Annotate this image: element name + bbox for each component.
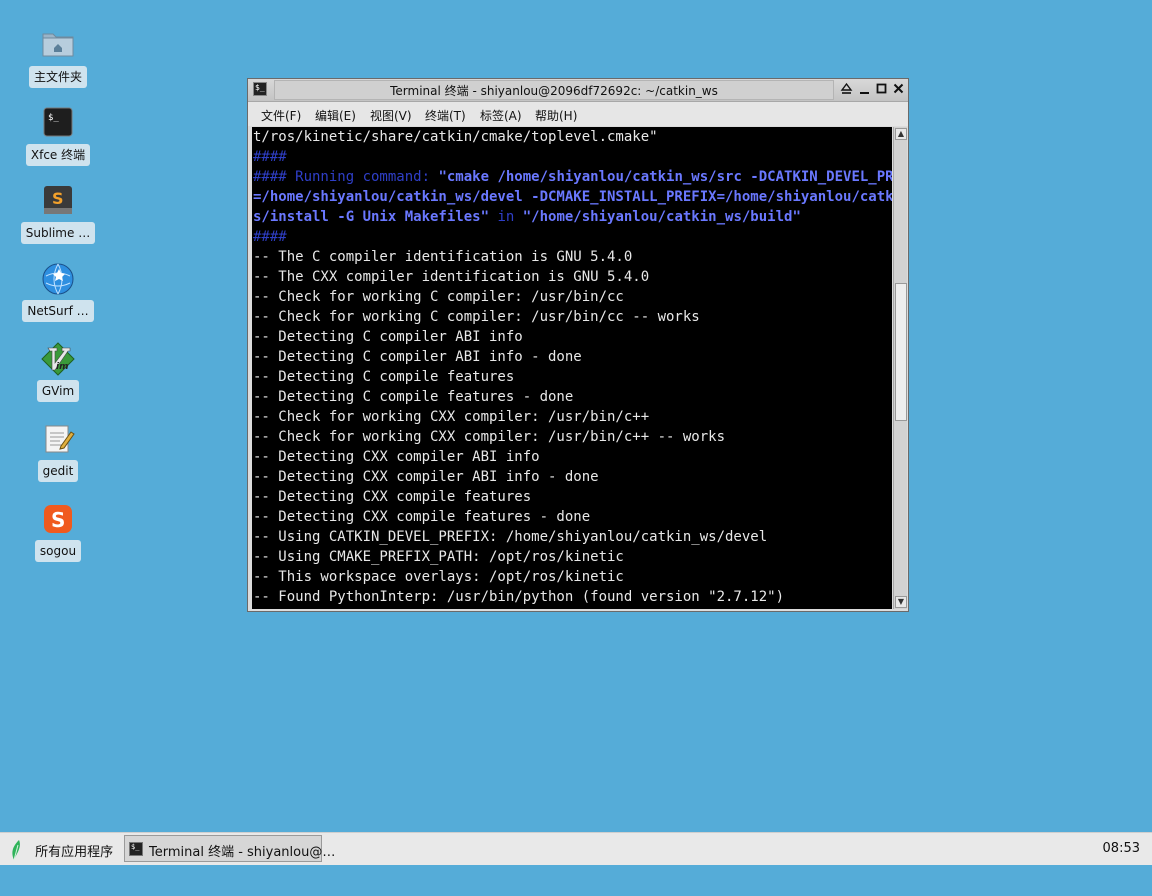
menu-view[interactable]: 视图(V): [370, 107, 412, 124]
desktop-icon-label: NetSurf …: [22, 300, 94, 322]
menu-terminal[interactable]: 终端(T): [425, 107, 466, 124]
terminal-line: -- Detecting C compile features - done: [253, 389, 574, 405]
terminal-line: ####: [253, 149, 287, 165]
desktop-icon-label: GVim: [36, 380, 80, 402]
terminal-line: -- Check for working CXX compiler: /usr/…: [253, 409, 650, 425]
taskbar-terminal-button[interactable]: $_ Terminal 终端 - shiyanlou@…: [124, 835, 335, 862]
terminal-line: -- Detecting CXX compiler ABI info - don…: [253, 469, 599, 485]
vertical-scrollbar[interactable]: ▲ ▼: [893, 127, 907, 609]
menu-tabs[interactable]: 标签(A): [480, 107, 522, 124]
menu-edit[interactable]: 编辑(E): [315, 107, 356, 124]
desktop-icon-sublime[interactable]: S Sublime …: [18, 184, 98, 244]
terminal-line: -- Check for working C compiler: /usr/bi…: [253, 289, 624, 305]
desktop-icon-gvim[interactable]: im GVim: [18, 342, 98, 402]
taskbar-task-label: Terminal 终端 - shiyanlou@…: [149, 845, 336, 860]
gedit-icon: [41, 422, 75, 456]
desktop-icon-label: sogou: [34, 540, 82, 562]
terminal-line: -- Detecting CXX compile features - done: [253, 509, 591, 525]
terminal-line: -- The CXX compiler identification is GN…: [253, 269, 650, 285]
desktop-icon-netsurf[interactable]: NetSurf …: [18, 262, 98, 322]
terminal-line: t/ros/kinetic/share/catkin/cmake/topleve…: [253, 129, 658, 145]
applications-menu-label: 所有应用程序: [35, 844, 114, 860]
terminal-line: ####: [253, 229, 287, 245]
menu-file[interactable]: 文件(F): [261, 107, 301, 124]
terminal-icon: $_: [41, 106, 75, 140]
shade-button[interactable]: [839, 82, 854, 97]
command-text: "/home/shiyanlou/catkin_ws/build": [522, 209, 801, 225]
netsurf-globe-icon: [41, 262, 75, 296]
comment-text: #### Running command:: [253, 169, 439, 185]
terminal-icon: $_: [129, 842, 143, 856]
scroll-up-arrow-icon[interactable]: ▲: [895, 128, 907, 140]
close-icon: [893, 83, 904, 94]
window-titlebar[interactable]: $_ Terminal 终端 - shiyanlou@2096df72692c:…: [248, 79, 908, 102]
terminal-line: -- Detecting CXX compiler ABI info: [253, 449, 540, 465]
terminal-line: -- Detecting C compiler ABI info - done: [253, 349, 582, 365]
svg-text:$_: $_: [48, 113, 59, 123]
desktop-icon-label: 主文件夹: [28, 66, 87, 88]
taskbar: 所有应用程序 $_ Terminal 终端 - shiyanlou@… 08:5…: [0, 832, 1152, 865]
clock[interactable]: 08:53: [1103, 841, 1140, 856]
gvim-icon: im: [41, 342, 75, 376]
desktop-icon-terminal[interactable]: $_ Xfce 终端: [18, 106, 98, 166]
desktop-icon-label: Sublime …: [20, 222, 96, 244]
scrollbar-thumb[interactable]: [895, 283, 907, 421]
svg-text:S: S: [51, 508, 65, 532]
svg-text:S: S: [52, 189, 64, 208]
terminal-line: -- This workspace overlays: /opt/ros/kin…: [253, 569, 624, 585]
sublime-icon: S: [41, 184, 75, 218]
desktop-icon-sogou[interactable]: S sogou: [18, 502, 98, 562]
desktop-icon-label: gedit: [37, 460, 79, 482]
desktop-icon-label: Xfce 终端: [25, 144, 91, 166]
terminal-line: -- Detecting CXX compile features: [253, 489, 532, 505]
terminal-line: -- The C compiler identification is GNU …: [253, 249, 633, 265]
terminal-window[interactable]: $_ Terminal 终端 - shiyanlou@2096df72692c:…: [247, 78, 909, 612]
terminal-line: s/install -G Unix Makefiles" in "/home/s…: [252, 207, 892, 227]
terminal-line: -- Using CATKIN_DEVEL_PREFIX: /home/shiy…: [253, 529, 768, 545]
minimize-icon: [860, 92, 869, 94]
menubar: 文件(F) 编辑(E) 视图(V) 终端(T) 标签(A) 帮助(H): [248, 102, 908, 126]
terminal-line: =/home/shiyanlou/catkin_ws/devel -DCMAKE…: [253, 189, 892, 205]
terminal-line: -- Detecting C compile features: [253, 369, 515, 385]
comment-text: in: [489, 209, 523, 225]
terminal-output[interactable]: t/ros/kinetic/share/catkin/cmake/topleve…: [252, 127, 892, 609]
menu-help[interactable]: 帮助(H): [535, 107, 577, 124]
terminal-line: #### Running command: "cmake /home/shiya…: [252, 167, 892, 187]
home-folder-icon: [41, 28, 75, 62]
maximize-icon: [876, 83, 887, 94]
sogou-icon: S: [41, 502, 75, 536]
desktop-icon-gedit[interactable]: gedit: [18, 422, 98, 482]
scroll-down-arrow-icon[interactable]: ▼: [895, 596, 907, 608]
desktop-icon-home[interactable]: 主文件夹: [18, 28, 98, 88]
terminal-line: -- Found PythonInterp: /usr/bin/python (…: [253, 589, 785, 605]
svg-text:im: im: [56, 362, 68, 372]
minimize-button[interactable]: [857, 82, 872, 97]
window-title: Terminal 终端 - shiyanlou@2096df72692c: ~/…: [390, 84, 718, 98]
terminal-line: -- Check for working C compiler: /usr/bi…: [253, 309, 700, 325]
applications-menu-button[interactable]: 所有应用程序: [8, 839, 114, 861]
maximize-button[interactable]: [874, 82, 889, 97]
terminal-icon: $_: [253, 82, 267, 96]
close-button[interactable]: [891, 82, 906, 97]
terminal-line: -- Check for working CXX compiler: /usr/…: [253, 429, 726, 445]
command-text: "cmake /home/shiyanlou/catkin_ws/src -DC…: [438, 169, 892, 185]
terminal-line: -- Detecting C compiler ABI info: [253, 329, 523, 345]
terminal-line: -- Using CMAKE_PREFIX_PATH: /opt/ros/kin…: [253, 549, 624, 565]
app-menu-leaf-icon: [12, 840, 20, 861]
shade-icon: [840, 82, 853, 94]
command-text: s/install -G Unix Makefiles": [253, 209, 490, 225]
